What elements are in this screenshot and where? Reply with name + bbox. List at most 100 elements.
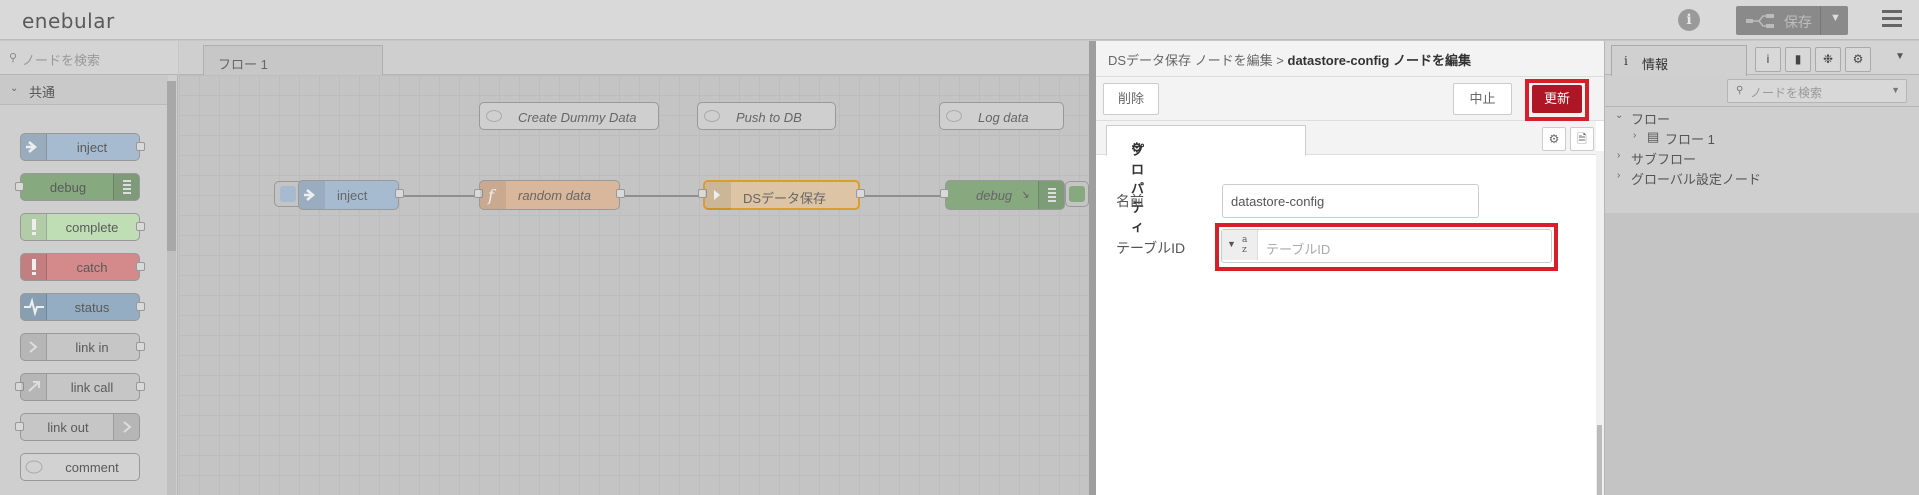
table-id-placeholder: テーブルID (1266, 242, 1331, 257)
tree-item-flows[interactable]: ⌄ フロー (1605, 107, 1919, 127)
debug-output-icon: ↘ (1020, 189, 1030, 201)
palette-node-link-out[interactable]: link out (15, 413, 140, 441)
tab-properties[interactable]: ⚙ プロパティ (1106, 125, 1306, 234)
string-type-icon: az (1242, 235, 1248, 255)
comment-icon (486, 110, 502, 122)
hamburger-icon[interactable] (1882, 10, 1902, 28)
tab-label: 情報 (1642, 57, 1669, 72)
datastore-icon (705, 182, 731, 210)
edit-tray: DSデータ保存 ノードを編集 > datastore-config ノードを編集… (1089, 41, 1604, 495)
info-sidebar: i 情報 i ▮ ❉ ⚙ ▼ ⚲ ノードを検索 ▼ ⌄ フロー › ▤ フロー … (1604, 41, 1919, 495)
deploy-button[interactable]: 保存 ▼ (1736, 6, 1848, 35)
deploy-icon (1746, 14, 1774, 28)
wire[interactable] (860, 195, 945, 197)
cancel-button[interactable]: 中止 (1453, 83, 1512, 115)
tray-scrollbar[interactable] (1596, 151, 1604, 495)
tree-label: フロー 1 (1665, 132, 1715, 147)
delete-button[interactable]: 削除 (1103, 83, 1159, 115)
breadcrumb-parent[interactable]: DSデータ保存 ノードを編集 > (1108, 53, 1284, 68)
gear-icon[interactable]: ⚙ (1845, 47, 1871, 72)
flow-node-label: debug (976, 188, 1013, 203)
comment-label: Log data (978, 110, 1029, 125)
wire[interactable] (620, 195, 704, 197)
update-button[interactable]: 更新 (1532, 85, 1582, 113)
info-icon: i (1624, 54, 1628, 68)
chevron-down-icon: ▼ (1891, 85, 1900, 95)
deploy-label: 保存 (1784, 14, 1812, 30)
flow-node-label: DSデータ保存 (743, 191, 827, 206)
name-input[interactable]: datastore-config (1222, 184, 1479, 218)
flow-canvas[interactable]: Create Dummy Data Push to DB Log data in… (179, 75, 1089, 495)
flow-node-debug[interactable]: debug ↘ (940, 180, 1065, 210)
sidebar-tabs: i 情報 i ▮ ❉ ⚙ ▼ (1605, 41, 1919, 76)
palette-node-label: link in (75, 340, 109, 355)
breadcrumb-current: datastore-config ノードを編集 (1287, 53, 1471, 68)
palette-node-label: catch (76, 260, 108, 275)
tray-header: DSデータ保存 ノードを編集 > datastore-config ノードを編集 (1096, 41, 1604, 77)
tab-info[interactable]: i 情報 (1611, 45, 1747, 76)
chevron-down-icon: ⌄ (10, 83, 19, 94)
chevron-right-icon: › (1633, 130, 1637, 141)
palette-scrollbar[interactable] (167, 81, 176, 495)
info-tree: ⌄ フロー › ▤ フロー 1 › サブフロー › グローバル設定ノード (1605, 107, 1919, 207)
palette-category-header[interactable]: ⌄ 共通 (0, 75, 168, 105)
flow-node-inject[interactable]: inject (298, 180, 404, 210)
chevron-right-icon: › (1617, 170, 1621, 181)
comment-node[interactable]: Create Dummy Data (479, 102, 659, 130)
comment-label: Push to DB (736, 110, 802, 125)
book-icon[interactable]: ▮ (1785, 47, 1811, 72)
search-icon: ⚲ (9, 52, 18, 64)
arrow-in-icon (299, 181, 325, 209)
palette-node-debug[interactable]: debug (15, 173, 140, 201)
tab-flow-1[interactable]: フロー 1 (203, 45, 383, 76)
settings-gear-icon[interactable]: ⚙ (1542, 127, 1566, 151)
info-icon[interactable]: i (1755, 47, 1781, 72)
bug-icon[interactable]: ❉ (1815, 47, 1841, 72)
chevron-down-icon: ⌄ (1615, 110, 1624, 121)
palette-node-label: link call (70, 380, 114, 395)
flow-node-ds-save[interactable]: DSデータ保存 (698, 180, 865, 210)
palette-node-link-call[interactable]: link call (15, 373, 145, 401)
chevron-down-icon: ▼ (1227, 239, 1236, 249)
debug-toggle-button[interactable] (1065, 181, 1089, 207)
workspace-tab-bar: フロー 1 (179, 41, 1089, 76)
chevron-right-icon: › (1617, 150, 1621, 161)
palette-node-status[interactable]: status (20, 293, 145, 321)
palette-node-complete[interactable]: complete (20, 213, 145, 241)
tab-label: プロパティ (1131, 143, 1145, 234)
palette-node-label: inject (76, 140, 108, 155)
palette-node-catch[interactable]: catch (20, 253, 145, 281)
flow-node-label: random data (518, 188, 591, 203)
flow-node-random-data[interactable]: f random data (474, 180, 625, 210)
breadcrumb: DSデータ保存 ノードを編集 > datastore-config ノードを編集 (1108, 50, 1471, 69)
document-icon[interactable]: 🗎 (1570, 127, 1594, 151)
top-bar: enebular i 保存 ▼ (0, 0, 1919, 40)
comment-icon (704, 110, 720, 122)
palette-node-label: debug (49, 180, 87, 195)
svg-text:f: f (487, 186, 497, 205)
palette-node-label: status (74, 300, 110, 315)
palette-node-link-in[interactable]: link in (20, 333, 145, 361)
palette-node-inject[interactable]: inject (20, 133, 145, 161)
name-value: datastore-config (1231, 194, 1325, 209)
tab-label: フロー 1 (218, 57, 268, 72)
comment-node[interactable]: Log data (939, 102, 1064, 130)
wire[interactable] (399, 195, 483, 197)
function-icon: f (480, 181, 506, 209)
palette-node-comment[interactable]: comment (20, 453, 140, 481)
table-id-label: テーブルID (1116, 240, 1186, 256)
search-icon: ⚲ (1736, 85, 1744, 96)
chevron-down-icon[interactable]: ▼ (1830, 12, 1841, 24)
tree-item-flow-1[interactable]: › ▤ フロー 1 (1605, 127, 1919, 147)
comment-node[interactable]: Push to DB (697, 102, 836, 130)
table-id-input[interactable]: ▼ az テーブルID (1221, 229, 1552, 263)
palette-search-placeholder: ノードを検索 (22, 53, 101, 68)
search-placeholder: ノードを検索 (1750, 86, 1823, 100)
chevron-down-icon[interactable]: ▼ (1895, 51, 1905, 62)
info-icon[interactable]: i (1678, 9, 1700, 31)
palette-search[interactable]: ⚲ ノードを検索 (0, 41, 178, 75)
sidebar-search-input[interactable]: ⚲ ノードを検索 ▼ (1727, 79, 1907, 103)
type-select[interactable]: ▼ az (1222, 230, 1258, 260)
tree-item-global-config[interactable]: › グローバル設定ノード (1605, 167, 1919, 187)
tree-item-subflows[interactable]: › サブフロー (1605, 147, 1919, 167)
